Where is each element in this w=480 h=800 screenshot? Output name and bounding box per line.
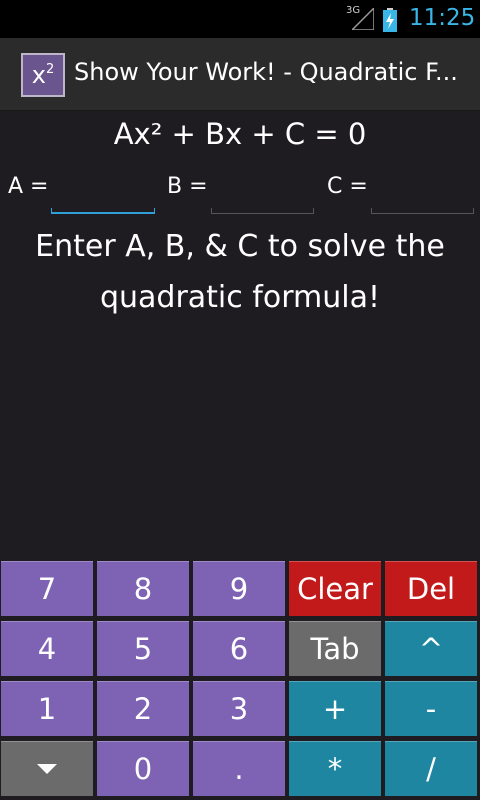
instruction-text: Enter A, B, & C to solve the quadratic f… [0,221,480,323]
key-0[interactable]: 0 [97,741,189,796]
minus-button[interactable]: - [385,681,477,736]
key-4-label: 4 [37,632,57,666]
key-3-label: 3 [229,692,249,726]
key-7-label: 7 [37,572,57,606]
tab-button[interactable]: Tab [289,621,381,676]
key-6-label: 6 [229,632,249,666]
app-icon-sup: 2 [45,61,55,77]
hide-keyboard-button[interactable] [1,741,93,796]
clear-button[interactable]: Clear [289,561,381,616]
b-label: B = [167,174,208,199]
tab-button-label: Tab [310,632,360,666]
minus-button-label: - [425,692,437,726]
c-input-underline [371,208,474,214]
key-8-label: 8 [133,572,153,606]
key-1-label: 1 [37,692,57,726]
divide-button-label: / [426,752,436,786]
key-5[interactable]: 5 [97,621,189,676]
divide-button[interactable]: / [385,741,477,796]
plus-button[interactable]: + [289,681,381,736]
power-button-label: ^ [418,632,444,666]
status-clock: 11:25 [409,5,476,31]
key-2-label: 2 [133,692,153,726]
key-5-label: 5 [133,632,153,666]
signal-strength-icon [352,8,374,30]
key-9-label: 9 [229,572,249,606]
multiply-button-label: * [327,752,343,786]
key-4[interactable]: 4 [1,621,93,676]
multiply-button[interactable]: * [289,741,381,796]
key-6[interactable]: 6 [193,621,285,676]
power-button[interactable]: ^ [385,621,477,676]
a-input-underline [51,208,155,214]
arrow-down-icon [37,764,57,774]
key-2[interactable]: 2 [97,681,189,736]
delete-button-label: Del [406,572,456,606]
action-bar: x2 Show Your Work! - Quadratic F... [0,38,480,111]
key-9[interactable]: 9 [193,561,285,616]
key-0-label: 0 [133,752,153,786]
decimal-button-label: . [234,752,244,786]
battery-charging-icon [383,8,397,32]
plus-button-label: + [322,692,348,726]
equation-heading: Ax² + Bx + C = 0 [113,117,367,151]
app-icon-x: x [31,61,46,89]
status-bar: 3G 11:25 [0,0,480,38]
decimal-button[interactable]: . [193,741,285,796]
b-input-underline [211,208,314,214]
instruction-line-2: quadratic formula! [99,280,381,315]
app-title: Show Your Work! - Quadratic F... [74,58,458,86]
clear-button-label: Clear [297,572,373,606]
app-icon[interactable]: x2 [21,53,65,97]
instruction-line-1: Enter A, B, & C to solve the [35,229,445,264]
key-8[interactable]: 8 [97,561,189,616]
a-label: A = [8,174,49,199]
key-7[interactable]: 7 [1,561,93,616]
c-label: C = [327,174,368,199]
key-3[interactable]: 3 [193,681,285,736]
key-1[interactable]: 1 [1,681,93,736]
delete-button[interactable]: Del [385,561,477,616]
keypad: 7 8 9 Clear Del 4 5 6 Tab ^ 1 2 3 + - 0 … [0,560,480,800]
